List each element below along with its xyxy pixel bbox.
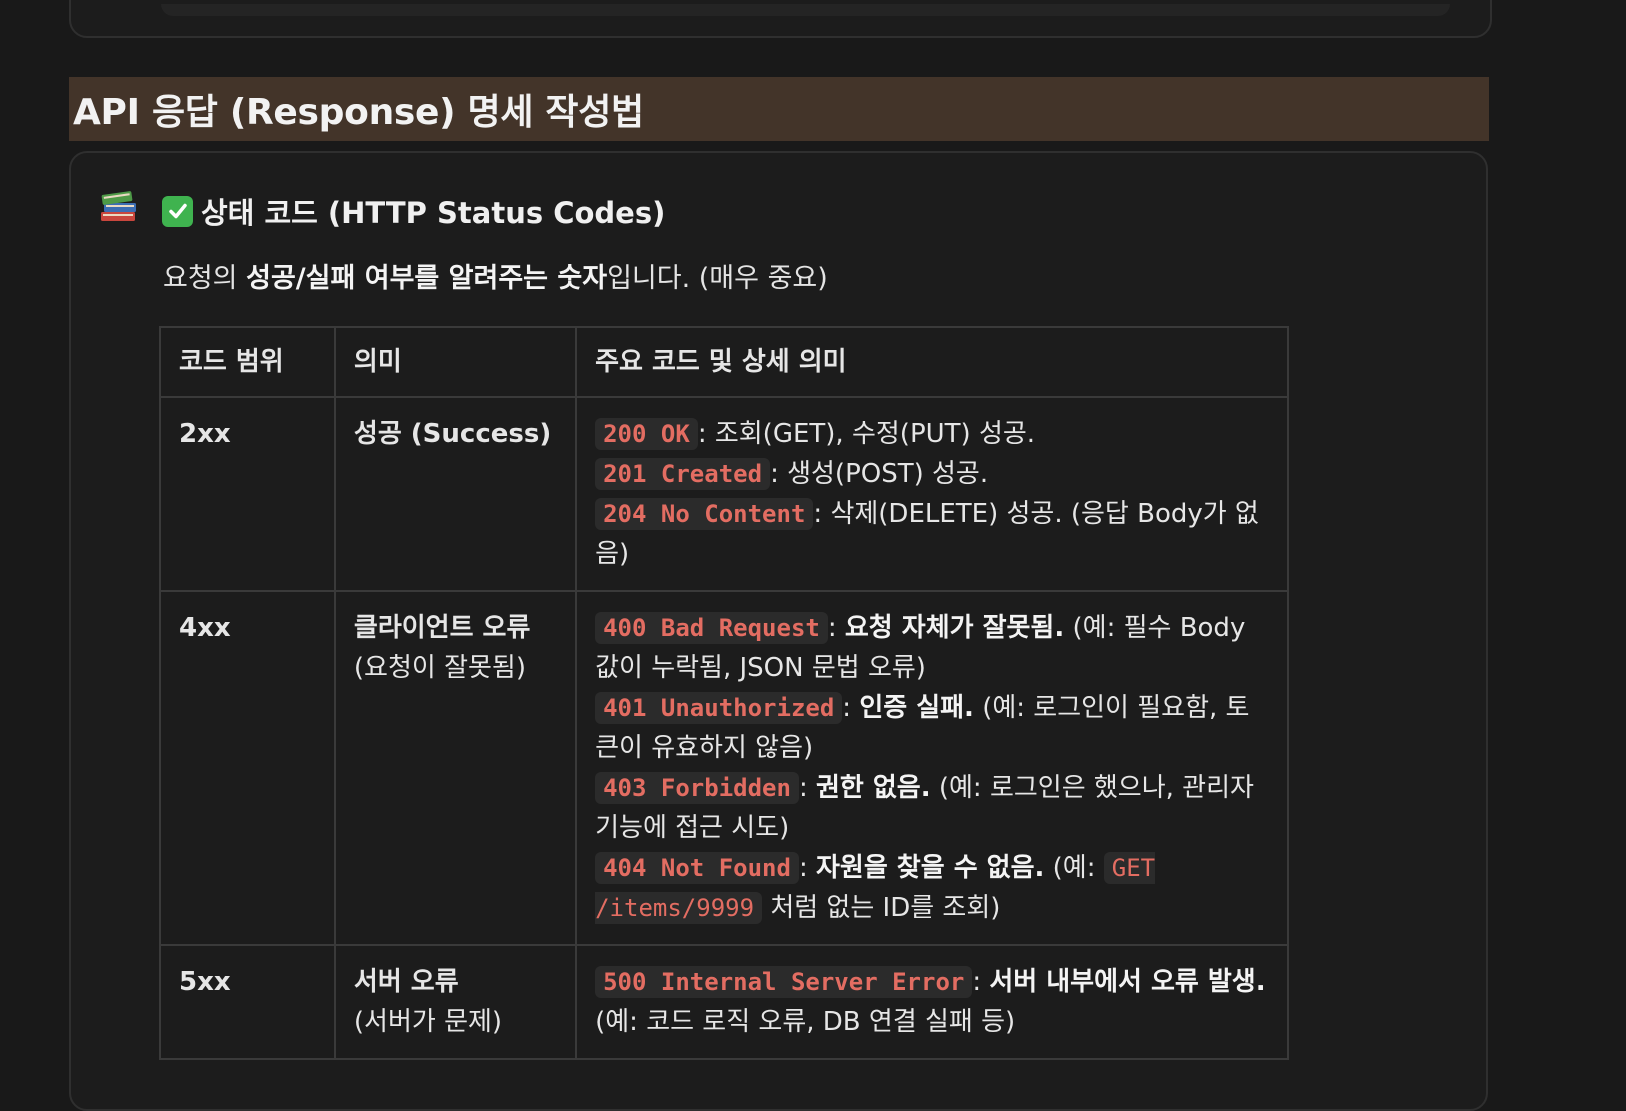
code-summary: 서버 내부에서 오류 발생.	[989, 967, 1266, 997]
status-code-line: 403 Forbidden: 권한 없음. (예: 로그인은 했으나, 관리자 …	[595, 768, 1269, 848]
status-code-line: 500 Internal Server Error: 서버 내부에서 오류 발생…	[595, 962, 1269, 1042]
status-code-line: 200 OK: 조회(GET), 수정(PUT) 성공.	[595, 414, 1269, 454]
inline-code: 400 Bad Request	[595, 612, 828, 644]
desc-prefix: 요청의	[163, 263, 247, 294]
code-detail: 생성(POST) 성공.	[787, 459, 989, 489]
code-summary: 요청 자체가 잘못됨.	[844, 613, 1065, 643]
callout-title-text: 상태 코드 (HTTP Status Codes)	[201, 196, 666, 230]
table-row: 2xx 성공 (Success) 200 OK: 조회(GET), 수정(PUT…	[159, 396, 1289, 592]
table-cell: 400 Bad Request: 요청 자체가 잘못됨. (예: 필수 Body…	[575, 590, 1289, 946]
meaning: 서버 오류	[353, 967, 459, 997]
table-row: 4xx 클라이언트 오류 (요청이 잘못됨) 400 Bad Request: …	[159, 590, 1289, 946]
desc-suffix: 입니다. (매우 중요)	[607, 263, 828, 294]
meaning: 성공 (Success)	[353, 419, 552, 449]
previous-callout-block	[69, 0, 1492, 38]
separator: :	[770, 459, 788, 489]
inline-code: 500 Internal Server Error	[595, 966, 973, 998]
status-code-line: 400 Bad Request: 요청 자체가 잘못됨. (예: 필수 Body…	[595, 608, 1269, 688]
separator: :	[972, 967, 990, 997]
table-cell: 5xx	[159, 944, 336, 1060]
code-detail: 조회(GET), 수정(PUT) 성공.	[714, 419, 1036, 449]
code-range: 5xx	[179, 967, 231, 997]
table-cell: 서버 오류 (서버가 문제)	[333, 944, 578, 1060]
table-cell: 500 Internal Server Error: 서버 내부에서 오류 발생…	[575, 944, 1289, 1060]
section-heading[interactable]: API 응답 (Response) 명세 작성법	[69, 77, 1489, 141]
inline-code: 401 Unauthorized	[595, 692, 843, 724]
table-cell: 2xx	[159, 396, 336, 592]
inline-code: 201 Created	[595, 458, 771, 490]
desc-bold: 성공/실패 여부를 알려주는 숫자	[246, 263, 608, 294]
table-cell: 클라이언트 오류 (요청이 잘못됨)	[333, 590, 578, 946]
code-detail-tail: 처럼 없는 ID를 조회)	[762, 893, 1001, 923]
separator: :	[798, 853, 816, 883]
inline-code: 403 Forbidden	[595, 772, 799, 804]
meaning-sub: (요청이 잘못됨)	[353, 653, 526, 683]
status-code-line: 201 Created: 생성(POST) 성공.	[595, 454, 1269, 494]
status-code-line: 204 No Content: 삭제(DELETE) 성공. (응답 Body가…	[595, 494, 1269, 574]
meaning-sub: (서버가 문제)	[353, 1007, 503, 1037]
table-row: 5xx 서버 오류 (서버가 문제) 500 Internal Server E…	[159, 944, 1289, 1060]
code-range: 2xx	[179, 419, 231, 449]
code-detail: (예: 코드 로직 오류, DB 연결 실패 등)	[595, 1007, 1016, 1037]
callout-title: 상태 코드 (HTTP Status Codes)	[162, 190, 665, 232]
status-code-line: 401 Unauthorized: 인증 실패. (예: 로그인이 필요함, 토…	[595, 688, 1269, 768]
inline-code: 404 Not Found	[595, 852, 799, 884]
status-code-table: 코드 범위 의미 주요 코드 및 상세 의미 2xx 성공 (Success) …	[159, 326, 1289, 1060]
code-summary: 권한 없음.	[815, 773, 931, 803]
header-details: 주요 코드 및 상세 의미	[575, 326, 1289, 398]
meaning: 클라이언트 오류	[353, 613, 531, 643]
separator: :	[827, 613, 845, 643]
callout-description: 요청의 성공/실패 여부를 알려주는 숫자입니다. (매우 중요)	[163, 256, 828, 295]
code-range: 4xx	[179, 613, 231, 643]
separator: :	[813, 499, 831, 529]
header-meaning: 의미	[333, 326, 578, 398]
separator: :	[697, 419, 715, 449]
code-detail: (예:	[1044, 853, 1104, 883]
inline-code: 200 OK	[595, 418, 698, 450]
header-code-range: 코드 범위	[159, 326, 336, 398]
section-heading-text: API 응답 (Response) 명세 작성법	[73, 92, 644, 133]
books-icon[interactable]	[99, 188, 139, 224]
status-code-line: 404 Not Found: 자원을 찾을 수 없음. (예: GET /ite…	[595, 848, 1269, 928]
inline-code: 204 No Content	[595, 498, 814, 530]
table-cell: 200 OK: 조회(GET), 수정(PUT) 성공. 201 Created…	[575, 396, 1289, 592]
code-summary: 인증 실패.	[859, 693, 974, 723]
separator: :	[842, 693, 860, 723]
table-cell: 4xx	[159, 590, 336, 946]
table-cell: 성공 (Success)	[333, 396, 578, 592]
check-mark-icon	[162, 195, 193, 227]
code-summary: 자원을 찾을 수 없음.	[815, 853, 1045, 883]
table-header-row: 코드 범위 의미 주요 코드 및 상세 의미	[159, 326, 1289, 398]
previous-code-block	[161, 4, 1450, 16]
separator: :	[798, 773, 816, 803]
